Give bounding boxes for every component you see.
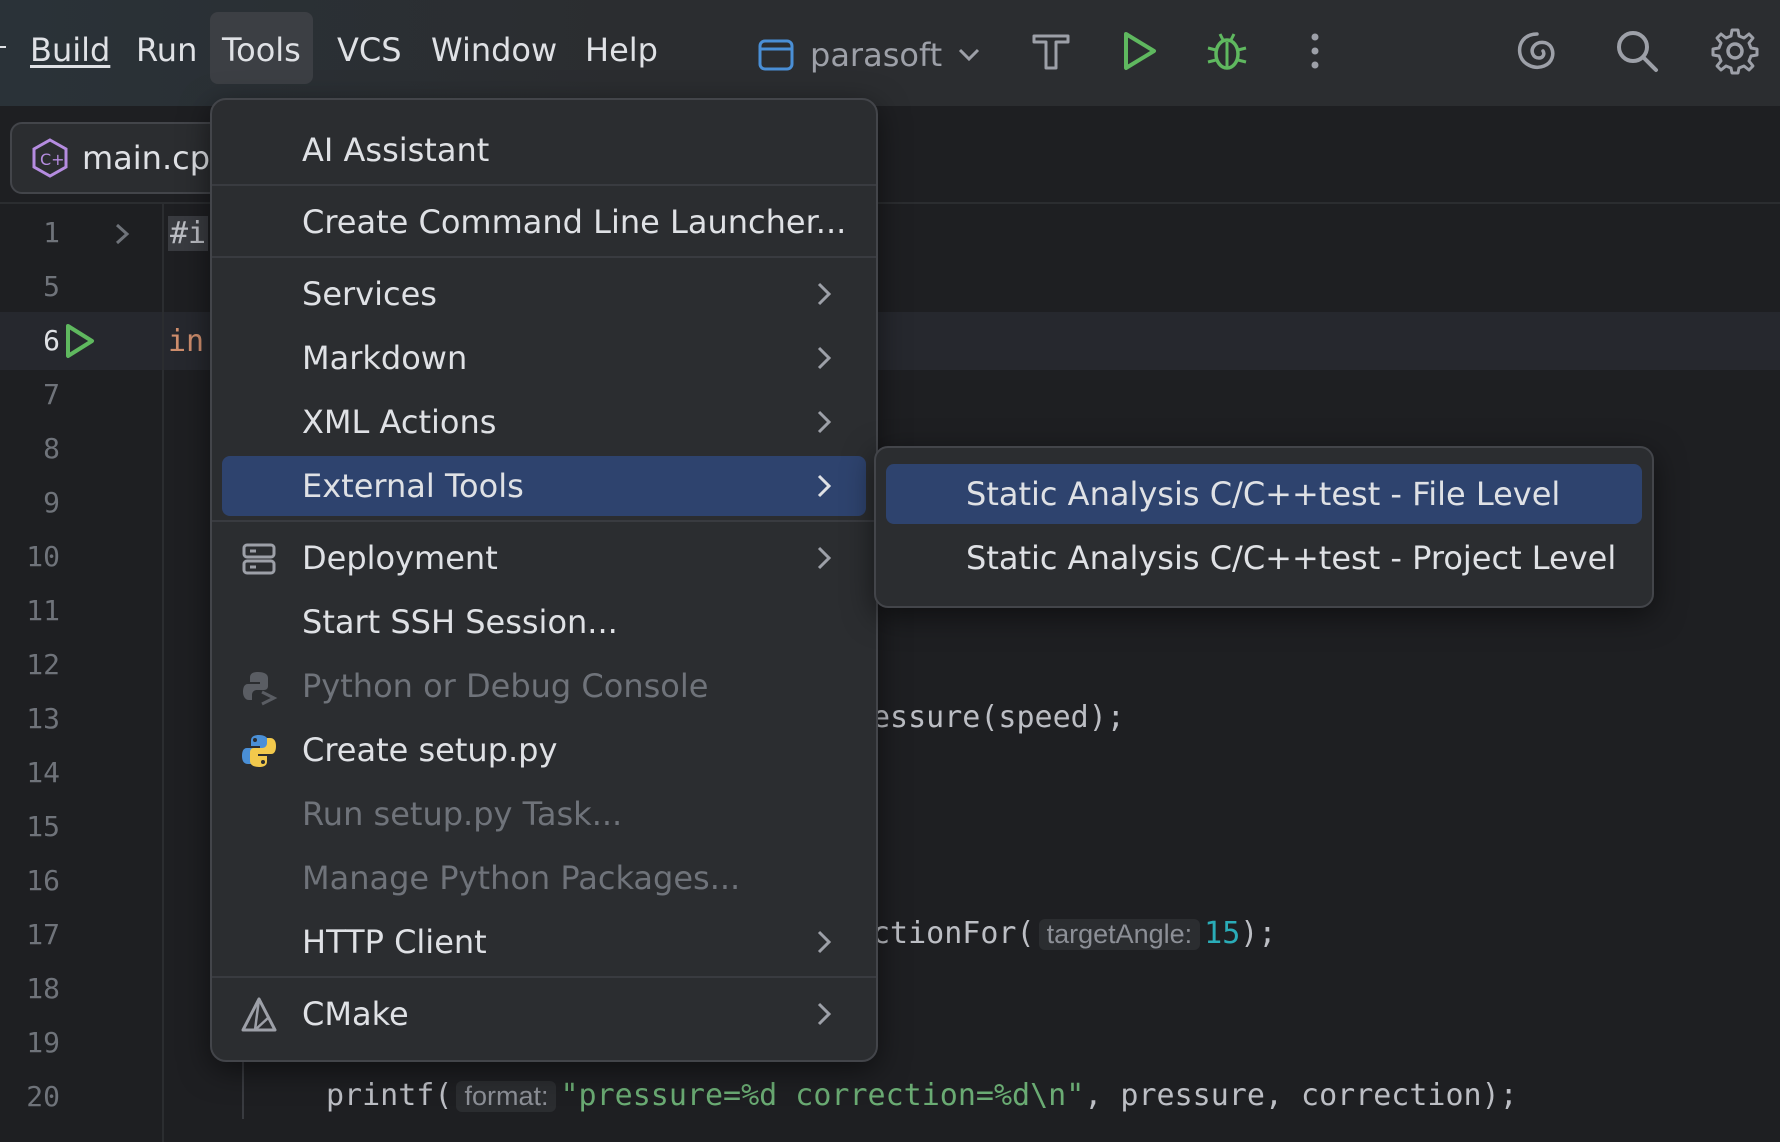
more-options-icon[interactable] xyxy=(1290,26,1340,76)
submenu-item-static-analysis-project-level[interactable]: Static Analysis C/C++test - Project Leve… xyxy=(886,528,1642,588)
menu-item-external-tools[interactable]: External Tools xyxy=(222,456,866,516)
python-icon xyxy=(242,735,276,767)
menu-item-xml-actions[interactable]: XML Actions xyxy=(222,392,866,452)
title-bar: Build Run Tools VCS Window Help parasoft xyxy=(0,0,1780,106)
line-number-current: 6 xyxy=(43,324,60,357)
settings-gear-icon[interactable] xyxy=(1710,26,1760,76)
line-number: 7 xyxy=(43,378,60,411)
line-number: 10 xyxy=(26,540,60,573)
run-icon[interactable] xyxy=(1114,26,1164,76)
chevron-right-icon xyxy=(817,930,832,954)
menu-window[interactable]: Window xyxy=(419,12,569,84)
menu-vcs[interactable]: VCS xyxy=(325,12,414,84)
svg-text:C+: C+ xyxy=(40,150,65,169)
chevron-right-icon xyxy=(817,474,832,498)
menu-edge-fragment xyxy=(0,46,6,48)
menu-item-deployment[interactable]: Deployment xyxy=(222,528,866,588)
menu-separator xyxy=(212,184,876,186)
menu-item-cmake[interactable]: CMake xyxy=(222,984,866,1044)
indent-guide xyxy=(242,1059,244,1119)
line-number: 12 xyxy=(26,648,60,681)
debug-icon[interactable] xyxy=(1202,26,1252,76)
chevron-right-icon xyxy=(817,282,832,306)
menu-item-http-client[interactable]: HTTP Client xyxy=(222,912,866,972)
cpp-file-icon: C+ xyxy=(32,138,68,178)
fold-chevron-icon[interactable] xyxy=(112,222,132,246)
gutter-separator xyxy=(162,204,164,1142)
chevron-right-icon xyxy=(817,1002,832,1026)
code-line-1: #i xyxy=(168,216,209,251)
code-line-20: printf(format: "pressure=%d correction=%d… xyxy=(326,1078,1518,1113)
window-icon xyxy=(758,39,794,71)
line-number: 15 xyxy=(26,810,60,843)
project-selector[interactable]: parasoft xyxy=(758,30,980,80)
line-number: 9 xyxy=(43,486,60,519)
menu-item-create-setup-py[interactable]: Create setup.py xyxy=(222,720,866,780)
ai-assistant-icon[interactable] xyxy=(1512,26,1562,76)
chevron-right-icon xyxy=(817,346,832,370)
line-number: 20 xyxy=(26,1080,60,1113)
server-icon xyxy=(242,543,276,575)
menu-item-manage-python-packages: Manage Python Packages... xyxy=(302,859,741,897)
chevron-right-icon xyxy=(817,410,832,434)
line-number: 18 xyxy=(26,972,60,1005)
python-console-icon xyxy=(243,672,278,706)
menu-item-python-debug-console: Python or Debug Console xyxy=(222,656,866,716)
tab-label: main.cpp xyxy=(82,139,231,177)
build-icon[interactable] xyxy=(1026,26,1076,76)
menu-separator xyxy=(212,976,876,978)
code-line-13: essure(speed); xyxy=(872,700,1125,735)
cmake-icon xyxy=(241,997,277,1032)
external-tools-submenu: Static Analysis C/C++test - File Level S… xyxy=(874,446,1654,608)
chevron-right-icon xyxy=(817,546,832,570)
line-number: 5 xyxy=(43,270,60,303)
parameter-hint: targetAngle: xyxy=(1038,919,1201,950)
line-number: 11 xyxy=(26,594,60,627)
code-line-17: ctionFor(targetAngle: 15); xyxy=(872,916,1277,951)
line-number: 13 xyxy=(26,702,60,735)
menu-item-markdown[interactable]: Markdown xyxy=(222,328,866,388)
chevron-down-icon xyxy=(959,48,980,62)
menu-run[interactable]: Run xyxy=(124,12,209,84)
line-number: 19 xyxy=(26,1026,60,1059)
submenu-item-static-analysis-file-level[interactable]: Static Analysis C/C++test - File Level xyxy=(886,464,1642,524)
menu-item-ai-assistant[interactable]: AI Assistant xyxy=(222,120,866,180)
menu-tools[interactable]: Tools xyxy=(210,12,313,84)
line-number: 8 xyxy=(43,432,60,465)
menu-item-services[interactable]: Services xyxy=(222,264,866,324)
parameter-hint: format: xyxy=(456,1081,557,1112)
menu-item-run-setup-py-task: Run setup.py Task... xyxy=(302,795,623,833)
code-line-6: in xyxy=(168,324,205,359)
menu-build[interactable]: Build xyxy=(18,12,122,84)
line-number: 17 xyxy=(26,918,60,951)
project-name: parasoft xyxy=(810,36,943,74)
run-gutter-icon[interactable] xyxy=(62,322,98,360)
menu-item-start-ssh-session[interactable]: Start SSH Session... xyxy=(222,592,866,652)
line-number: 14 xyxy=(26,756,60,789)
tools-menu-dropdown: AI Assistant Create Command Line Launche… xyxy=(210,98,878,1062)
line-number: 1 xyxy=(43,216,60,249)
line-number: 16 xyxy=(26,864,60,897)
menu-separator xyxy=(212,520,876,522)
search-icon[interactable] xyxy=(1612,26,1662,76)
menu-separator xyxy=(212,256,876,258)
menu-item-create-command-line-launcher[interactable]: Create Command Line Launcher... xyxy=(222,192,866,252)
menu-help[interactable]: Help xyxy=(573,12,670,84)
